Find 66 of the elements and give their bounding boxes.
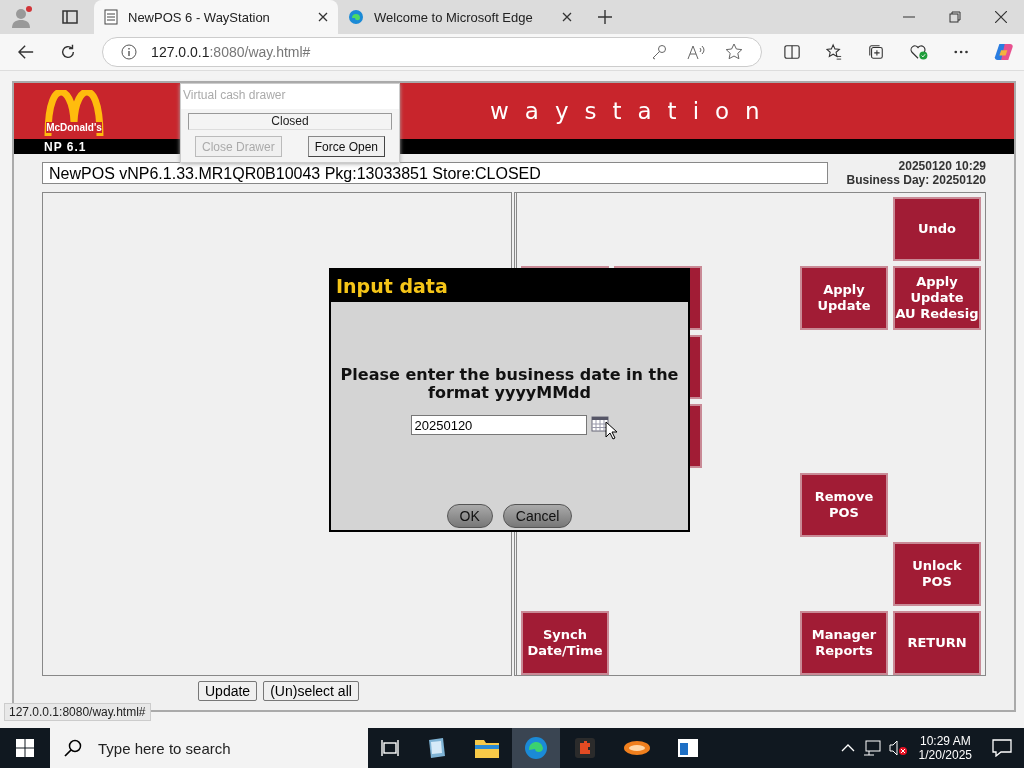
dialog-button[interactable]: OK (446, 504, 493, 528)
split-screen-icon[interactable] (784, 44, 801, 60)
business-day: Business Day: 20250120 (846, 173, 986, 187)
link-status-tooltip: 127.0.0.1:8080/way.html# (4, 703, 151, 721)
golden-arches-icon (44, 89, 104, 136)
app-title: waystation (490, 98, 776, 124)
read-aloud-icon[interactable] (687, 44, 706, 60)
close-icon[interactable] (318, 12, 328, 22)
dialog-prompt: Please enter the business date in the format yyyyMMdd (339, 366, 680, 402)
star-icon[interactable] (725, 43, 744, 61)
browser-tab[interactable]: Welcome to Microsoft Edge (338, 0, 582, 34)
browser-tab[interactable]: NewPOS 6 - WayStation (94, 0, 338, 34)
collections-icon[interactable] (868, 43, 885, 61)
profile-icon[interactable] (10, 5, 34, 29)
function-button[interactable]: Undo (893, 197, 981, 261)
date-time: 20250120 10:29 (898, 159, 986, 173)
footer-button[interactable]: (Un)select all (263, 681, 359, 701)
oval-logo-icon[interactable] (623, 740, 651, 756)
drawer-button[interactable]: Force Open (307, 136, 385, 157)
function-button[interactable]: Manager Reports (800, 611, 888, 675)
windows-start-icon[interactable] (16, 739, 34, 757)
function-button[interactable]: RETURN (893, 611, 981, 675)
key-icon[interactable] (651, 44, 668, 60)
taskbar-search-field[interactable]: Type here to search (50, 728, 368, 768)
function-button[interactable]: Unlock POS (893, 542, 981, 606)
function-button[interactable]: Apply Update (800, 266, 888, 330)
new-tab-icon[interactable] (598, 10, 612, 24)
popup-title: Virtual cash drawer (181, 84, 399, 109)
calendar-icon[interactable] (590, 416, 609, 432)
favorites-icon[interactable] (826, 43, 843, 61)
edge-logo-icon (348, 9, 364, 25)
address-field[interactable]: 127.0.0.1:8080/way.html# (102, 37, 763, 67)
function-button[interactable]: Remove POS (800, 473, 888, 537)
refresh-icon[interactable] (60, 43, 77, 61)
restore-icon[interactable] (949, 11, 961, 23)
footer-button[interactable]: Update (198, 681, 258, 701)
network-icon[interactable] (862, 740, 881, 756)
back-icon[interactable] (18, 44, 35, 60)
dialog-title: Input data (336, 275, 448, 297)
info-icon (121, 44, 138, 60)
close-icon[interactable] (995, 11, 1007, 23)
more-icon[interactable] (954, 50, 969, 54)
dialog-button[interactable]: Cancel (502, 504, 573, 528)
folder-icon[interactable] (475, 738, 499, 758)
version-label: NP 6.1 (44, 139, 87, 154)
clock-date[interactable]: 1/20/2025 (918, 748, 972, 762)
puzzle-app-icon[interactable] (573, 736, 597, 760)
logo-text: McDonald's (46, 121, 102, 133)
edge-browser-icon[interactable] (524, 736, 548, 760)
clock-time[interactable]: 10:29 AM (919, 734, 971, 748)
mouse-pointer-icon (604, 421, 617, 440)
tab-actions-icon[interactable] (62, 9, 78, 25)
page-icon (104, 9, 118, 25)
notification-icon[interactable] (992, 739, 1012, 757)
search-icon (64, 739, 82, 757)
close-icon[interactable] (562, 12, 572, 22)
muted-speaker-icon[interactable] (888, 740, 907, 756)
function-button[interactable]: Apply Update AU Redesig (893, 266, 981, 330)
window-app-icon[interactable] (677, 738, 699, 758)
chevron-up-icon[interactable] (840, 744, 855, 752)
heart-pulse-icon[interactable] (910, 43, 929, 61)
task-view-icon[interactable] (381, 740, 399, 756)
copilot-icon[interactable] (994, 41, 1014, 63)
date-input[interactable]: 20250120 (410, 415, 587, 435)
drawer-state: Closed (188, 113, 392, 130)
function-button[interactable]: Synch Date/Time (521, 611, 609, 675)
